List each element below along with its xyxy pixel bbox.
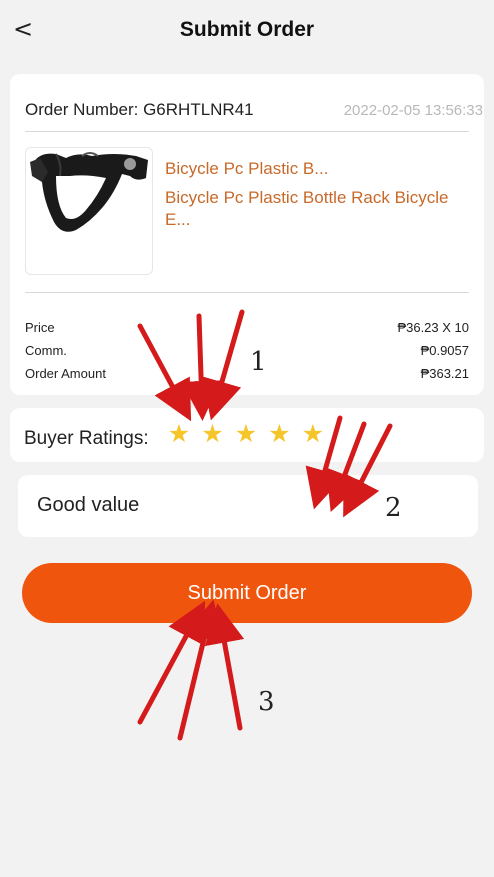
bottle-cage-image: [30, 152, 148, 232]
summary-label: Order Amount: [25, 366, 106, 381]
comment-field[interactable]: Good value: [18, 475, 478, 537]
header-bar: < Submit Order: [0, 0, 494, 62]
summary-row-commission: Comm. ₱0.9057: [25, 343, 469, 363]
annotation-arrows-3: [137, 599, 245, 741]
submit-order-button[interactable]: Submit Order: [22, 563, 472, 623]
star-rating[interactable]: ★ ★ ★ ★ ★: [167, 421, 330, 448]
star-icon[interactable]: ★: [167, 421, 191, 446]
summary-label: Price: [25, 320, 55, 335]
product-title-short[interactable]: Bicycle Pc Plastic B...: [165, 159, 328, 179]
annotation-arrow: [137, 600, 206, 725]
annotation-arrow: [204, 603, 245, 731]
summary-value: ₱0.9057: [420, 343, 469, 358]
annotation-arrow: [177, 599, 224, 741]
summary-row-price: Price ₱36.23 X 10: [25, 320, 469, 340]
product-title-full[interactable]: Bicycle Pc Plastic Bottle Rack Bicycle E…: [165, 187, 475, 231]
order-number: Order Number: G6RHTLNR41: [25, 100, 254, 119]
annotation-number-3: 3: [258, 687, 275, 717]
summary-value: ₱363.21: [420, 366, 469, 381]
order-header: Order Number: G6RHTLNR41 2022-02-05 13:5…: [25, 96, 483, 132]
comment-text[interactable]: Good value: [37, 494, 139, 517]
product-image: [25, 147, 153, 275]
star-icon[interactable]: ★: [301, 421, 325, 446]
star-icon[interactable]: ★: [200, 421, 224, 446]
star-icon[interactable]: ★: [267, 421, 291, 446]
summary-value: ₱36.23 X 10: [397, 320, 469, 335]
summary-row-order-amount: Order Amount ₱363.21: [25, 366, 469, 386]
order-time: 2022-02-05 13:56:33: [343, 102, 483, 119]
page-title: Submit Order: [179, 18, 315, 41]
order-card: Order Number: G6RHTLNR41 2022-02-05 13:5…: [10, 74, 484, 395]
star-icon[interactable]: ★: [234, 421, 258, 446]
summary-label: Comm.: [25, 343, 67, 358]
ratings-label: Buyer Ratings:: [24, 428, 149, 449]
ratings-card: Buyer Ratings: ★ ★ ★ ★ ★: [10, 408, 484, 462]
divider: [25, 292, 469, 293]
